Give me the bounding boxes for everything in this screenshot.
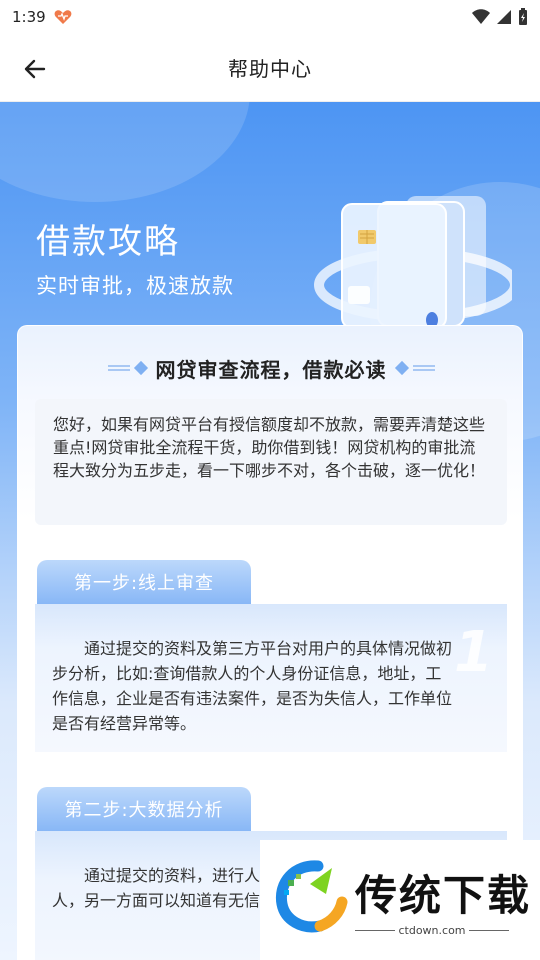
heart-icon <box>54 10 72 24</box>
step-1-text: 通过提交的资料及第三方平台对用户的具体情况做初步分析，比如:查询借款人的个人身份… <box>52 639 453 733</box>
arrow-left-icon <box>24 59 46 79</box>
panel-title: 网贷审查流程，借款必读 <box>155 357 387 382</box>
intro-text: 您好，如果有网贷平台有授信额度却不放款，需要弄清楚这些重点!网贷审批全流程干货，… <box>35 399 507 525</box>
back-button[interactable] <box>18 52 52 86</box>
watermark-text: 传统下载 <box>355 871 532 920</box>
step-1-tab: 第一步:线上审查 <box>37 560 251 604</box>
divider <box>469 930 509 931</box>
step-2-tab: 第二步:大数据分析 <box>37 787 251 831</box>
step-number: 1 <box>454 620 493 685</box>
status-bar: 1:39 <box>0 0 540 34</box>
hero-title: 借款攻略 <box>36 222 180 262</box>
wifi-icon <box>472 9 490 24</box>
page-title: 帮助中心 <box>228 57 312 81</box>
app-header: 帮助中心 <box>0 34 540 102</box>
signal-icon <box>497 10 511 24</box>
decor-left <box>107 360 148 376</box>
status-time: 1:39 <box>12 8 46 26</box>
bank-card-illustration <box>314 196 512 329</box>
step-1-box: 1 通过提交的资料及第三方平台对用户的具体情况做初步分析，比如:查询借款人的个人… <box>35 604 507 752</box>
hero-subtitle: 实时审批，极速放款 <box>36 274 234 298</box>
ctdown-logo-icon <box>275 860 348 933</box>
battery-icon <box>519 8 527 25</box>
decor-right <box>394 360 435 376</box>
watermark: 传统下载 ctdown.com <box>260 840 540 960</box>
decor-circle <box>0 102 250 202</box>
panel-header: 网贷审查流程，借款必读 <box>18 350 524 386</box>
